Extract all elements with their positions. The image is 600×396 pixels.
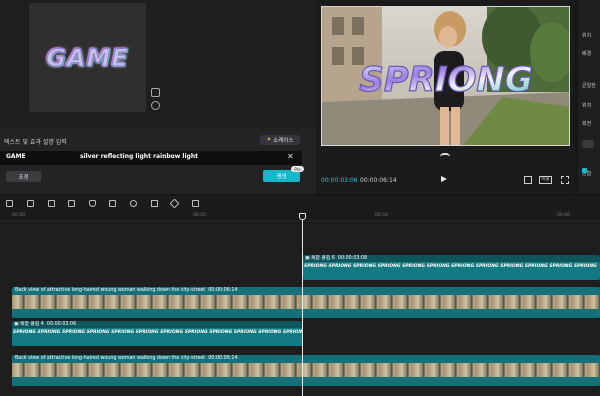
text-clip[interactable]: ▣ 복합 클립 4 00:00:03:06 SPRIONG SPRIONG SP… <box>12 321 303 346</box>
playhead-handle[interactable] <box>299 213 306 220</box>
playhead-line[interactable] <box>302 214 303 396</box>
video-image: SPRIONG <box>322 7 569 145</box>
text-input[interactable]: GAME <box>6 153 26 160</box>
image-icon[interactable] <box>151 88 160 97</box>
viewer-handle[interactable] <box>440 153 450 157</box>
blend-checkbox[interactable] <box>582 168 587 173</box>
prop-label-rotate: 회전 <box>582 121 592 127</box>
prop-label-position-2: 위치 <box>582 103 592 109</box>
clip-thumbnails <box>12 295 600 309</box>
text-clip[interactable]: ▣ 복합 클립 6 00:00:03:08 SPRIONG SPRIONG SP… <box>303 255 600 280</box>
fullscreen-crop-icon[interactable] <box>524 176 532 184</box>
sparkle-icon: ✦ <box>266 137 272 143</box>
settings-title: 텍스트 및 효과 설명 입력 <box>4 139 67 146</box>
clip-content: SPRIONG SPRIONG SPRIONG SPRIONG SPRIONG … <box>304 264 597 269</box>
prop-label-uniform: 균일한 <box>582 83 596 89</box>
clip-header: ▣ 복합 클립 4 00:00:03:06 <box>12 321 303 328</box>
clip-duration: 00:00:06:14 <box>208 356 238 361</box>
clip-title: 복합 클립 6 <box>311 256 335 261</box>
timecode-current: 00:00:03:06 <box>321 177 358 184</box>
clip-label: Back view of attractive long-haired woun… <box>12 287 600 295</box>
adjust-label: 조정 <box>18 174 29 181</box>
ratio-button[interactable]: 비율 <box>539 176 552 184</box>
clip-duration: 00:00:03:06 <box>46 322 77 327</box>
clip-header: ▣ 복합 클립 6 00:00:03:08 <box>303 255 600 262</box>
clip-content: SPRIONG SPRIONG SPRIONG SPRIONG SPRIONG … <box>13 330 303 335</box>
pro-badge: Pro <box>291 166 304 172</box>
refresh-icon[interactable] <box>151 101 160 110</box>
play-icon[interactable] <box>441 176 447 182</box>
video-frame[interactable]: SPRIONG <box>321 6 570 146</box>
clip-title: Back view of attractive long-haired woun… <box>15 288 206 293</box>
video-clip[interactable]: Back view of attractive long-haired woun… <box>12 355 600 386</box>
preview-text: GAME <box>46 43 129 72</box>
adjust-button[interactable]: 조정 <box>6 171 41 182</box>
prop-label-bg: 배경 <box>582 51 592 57</box>
clip-label: Back view of attractive long-haired woun… <box>12 355 600 363</box>
mirror-icon[interactable] <box>151 200 158 207</box>
trim-right-icon[interactable] <box>48 200 55 207</box>
prompt-input[interactable]: silver reflecting light rainbow light <box>80 153 198 160</box>
clip-title: Back view of attractive long-haired woun… <box>15 356 206 361</box>
prop-label-position: 위치 <box>582 33 592 39</box>
showcase-label: 쇼케이스 <box>273 138 294 144</box>
speed-icon[interactable] <box>130 200 137 207</box>
tick-label: 00:04 <box>375 213 388 218</box>
clip-title: 복합 클립 4 <box>20 322 44 327</box>
video-clip[interactable]: Back view of attractive long-haired woun… <box>12 287 600 318</box>
generate-label: 생성 <box>276 174 287 180</box>
tick-label: 00:00 <box>12 213 25 218</box>
shield-icon[interactable] <box>89 200 96 207</box>
tick-label: 00:06 <box>557 213 570 218</box>
tick-label: 00:02 <box>193 213 206 218</box>
properties-panel: 위치 배경 균일한 위치 회전 혼합 <box>578 0 600 194</box>
clear-icon[interactable]: ✕ <box>287 153 294 161</box>
trim-left-icon[interactable] <box>27 200 34 207</box>
align-button[interactable] <box>582 140 594 148</box>
timecode-total: 00:00:06:14 <box>360 177 397 184</box>
showcase-button[interactable]: ✦ 쇼케이스 <box>260 135 300 145</box>
delete-icon[interactable] <box>68 200 75 207</box>
clip-duration: 00:00:03:08 <box>337 256 368 261</box>
freeze-icon[interactable] <box>109 200 116 207</box>
crop-icon[interactable] <box>192 200 199 207</box>
clip-thumbnails <box>12 363 600 377</box>
overlay-text: SPRIONG <box>359 60 533 100</box>
split-icon[interactable] <box>6 200 13 207</box>
expand-icon[interactable] <box>561 176 569 184</box>
effect-preview-thumbnail[interactable]: GAME <box>29 3 146 112</box>
clip-duration: 00:00:06:14 <box>208 288 238 293</box>
